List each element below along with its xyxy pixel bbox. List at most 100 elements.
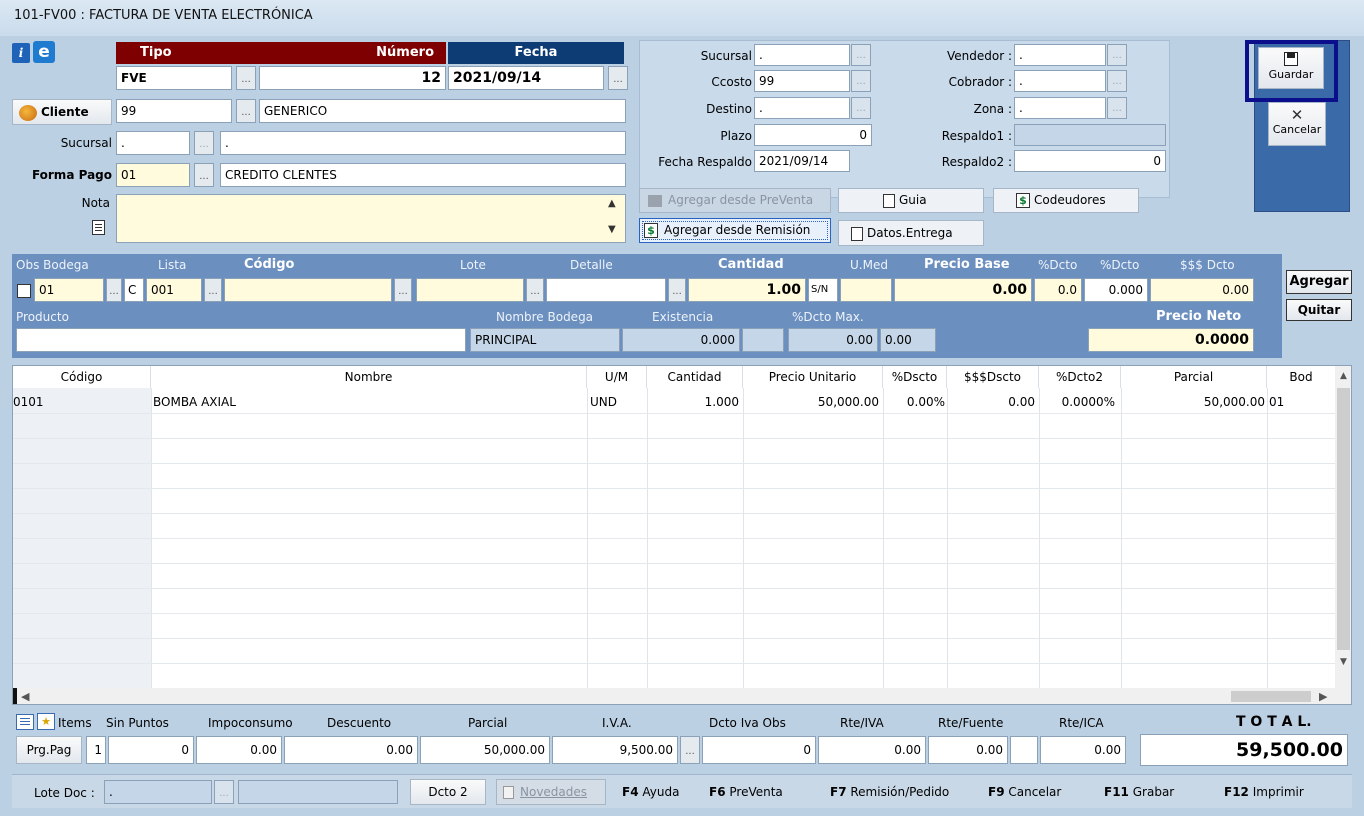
table-row[interactable]: 0101 BOMBA AXIAL UND 1.000 50,000.00 0.0… (13, 392, 1335, 412)
panel-destino-lookup[interactable]: ... (851, 97, 871, 119)
prg-pag-button[interactable]: Prg.Pag (16, 736, 82, 764)
panel-vendedor-field[interactable]: . (1014, 44, 1106, 66)
nota-scroll-down-icon[interactable]: ▼ (608, 224, 616, 235)
fecha-picker-button[interactable]: ... (608, 66, 628, 90)
col-bod[interactable]: Bod (1267, 366, 1335, 388)
items-grid[interactable]: Código Nombre U/M Cantidad Precio Unitar… (12, 365, 1352, 705)
list-icon[interactable] (16, 714, 34, 730)
lista-type-field[interactable]: C (124, 278, 144, 302)
producto-field[interactable] (16, 328, 466, 352)
col-dscto-money[interactable]: $$$Dscto (947, 366, 1039, 388)
sucursal-lookup-button[interactable]: ... (194, 131, 214, 155)
scroll-right-icon[interactable]: ▶ (1319, 688, 1327, 704)
codigo-field[interactable] (224, 278, 392, 302)
f6-preventa-key[interactable]: F6 PreVenta (709, 778, 783, 806)
scroll-thumb[interactable] (1337, 388, 1350, 650)
panel-respaldo2-field[interactable]: 0 (1014, 150, 1166, 172)
col-dcto2[interactable]: %Dcto2 (1039, 366, 1121, 388)
forma-pago-code-field[interactable]: 01 (116, 163, 190, 187)
cliente-button[interactable]: Cliente (12, 99, 112, 125)
nota-scroll-up-icon[interactable]: ▲ (608, 198, 616, 209)
panel-zona-field[interactable]: . (1014, 97, 1106, 119)
cliente-code-field[interactable]: 99 (116, 99, 232, 123)
lote-lookup-button[interactable]: ... (526, 278, 544, 302)
col-parcial[interactable]: Parcial (1121, 366, 1267, 388)
novedades-button[interactable]: Novedades (496, 779, 606, 805)
e-icon[interactable]: e (33, 41, 55, 63)
lote-doc-lookup[interactable]: ... (214, 780, 234, 804)
panel-cobrador-lookup[interactable]: ... (1107, 70, 1127, 92)
dcto-money-field[interactable]: 0.00 (1150, 278, 1254, 302)
scroll-left-icon[interactable]: ◀ (21, 688, 29, 704)
nota-textarea[interactable] (116, 194, 626, 243)
umed-field[interactable] (840, 278, 892, 302)
sucursal-name-field[interactable]: . (220, 131, 626, 155)
panel-sucursal-field[interactable]: . (754, 44, 850, 66)
agregar-remision-button[interactable]: $ Agregar desde Remisión (639, 218, 831, 243)
cancelar-button[interactable]: ✕ Cancelar (1268, 102, 1326, 146)
f7-remision-key[interactable]: F7 Remisión/Pedido (830, 778, 949, 806)
cantidad-field[interactable]: 1.00 (688, 278, 806, 302)
tipo-lookup-button[interactable]: ... (236, 66, 256, 90)
col-codigo[interactable]: Código (13, 366, 151, 388)
panel-plazo-field[interactable]: 0 (754, 124, 872, 146)
horizontal-scrollbar[interactable]: ◀ ▶ (13, 688, 1351, 704)
h-scroll-thumb[interactable] (39, 691, 1229, 702)
star-icon[interactable]: ★ (37, 713, 55, 730)
bodega-field[interactable]: 01 (34, 278, 104, 302)
panel-cobrador-field[interactable]: . (1014, 70, 1106, 92)
bodega-lookup-button[interactable]: ... (106, 278, 122, 302)
sucursal-code-field[interactable]: . (116, 131, 190, 155)
f12-imprimir-key[interactable]: F12 Imprimir (1224, 778, 1304, 806)
datos-entrega-button[interactable]: Datos.Entrega (838, 220, 984, 246)
scroll-down-icon[interactable]: ▼ (1335, 652, 1351, 672)
col-precio-unitario[interactable]: Precio Unitario (743, 366, 883, 388)
codeudores-button[interactable]: $ Codeudores (993, 188, 1139, 213)
info-icon[interactable]: i (12, 43, 30, 63)
numero-field[interactable]: 12 (259, 66, 446, 90)
col-cantidad[interactable]: Cantidad (647, 366, 743, 388)
detalle-field[interactable] (546, 278, 666, 302)
panel-destino-field[interactable]: . (754, 97, 850, 119)
dcto2-button[interactable]: Dcto 2 (410, 779, 486, 805)
cliente-lookup-button[interactable]: ... (236, 99, 256, 123)
precio-base-field[interactable]: 0.00 (894, 278, 1032, 302)
forma-pago-name-field[interactable]: CREDITO CLENTES (220, 163, 626, 187)
col-dscto[interactable]: %Dscto (883, 366, 947, 388)
cliente-name-field[interactable]: GENERICO (259, 99, 626, 123)
lista-lookup-button[interactable]: ... (204, 278, 222, 302)
guia-button[interactable]: Guia (838, 188, 984, 213)
sn-field[interactable]: S/N (808, 278, 838, 302)
lista-field[interactable]: 001 (146, 278, 202, 302)
agregar-preventa-button[interactable]: Agregar desde PreVenta (639, 188, 831, 213)
scroll-up-icon[interactable]: ▲ (1335, 366, 1351, 386)
panel-zona-lookup[interactable]: ... (1107, 97, 1127, 119)
f4-help-key[interactable]: F4 Ayuda (622, 778, 679, 806)
obs-checkbox[interactable] (17, 284, 31, 298)
panel-fecha-respaldo-field[interactable]: 2021/09/14 (754, 150, 850, 172)
f11-grabar-key[interactable]: F11 Grabar (1104, 778, 1174, 806)
codigo-lookup-button[interactable]: ... (394, 278, 412, 302)
panel-ccosto-lookup[interactable]: ... (851, 70, 871, 92)
guardar-button[interactable]: Guardar (1258, 47, 1324, 89)
panel-vendedor-lookup[interactable]: ... (1107, 44, 1127, 66)
col-um[interactable]: U/M (587, 366, 647, 388)
agregar-item-button[interactable]: Agregar (1286, 270, 1352, 294)
panel-ccosto-field[interactable]: 99 (754, 70, 850, 92)
dcto1-field[interactable]: 0.0 (1034, 278, 1082, 302)
panel-sucursal-lookup[interactable]: ... (851, 44, 871, 66)
lote-doc-field[interactable]: . (104, 780, 212, 804)
col-nombre[interactable]: Nombre (151, 366, 587, 388)
tipo-field[interactable]: FVE (116, 66, 232, 90)
vertical-scrollbar[interactable]: ▲ ▼ (1335, 366, 1351, 688)
dcto2-field[interactable]: 0.000 (1084, 278, 1148, 302)
fecha-field[interactable]: 2021/09/14 (448, 66, 604, 90)
detalle-lookup-button[interactable]: ... (668, 278, 686, 302)
rte-fuente-label: Rte/Fuente (938, 716, 1004, 730)
quitar-item-button[interactable]: Quitar (1286, 299, 1352, 321)
forma-pago-lookup-button[interactable]: ... (194, 163, 214, 187)
lote-field[interactable] (416, 278, 524, 302)
f9-cancelar-key[interactable]: F9 Cancelar (988, 778, 1061, 806)
panel-respaldo1-field[interactable] (1014, 124, 1166, 146)
iva-lookup-button[interactable]: ... (680, 736, 700, 764)
